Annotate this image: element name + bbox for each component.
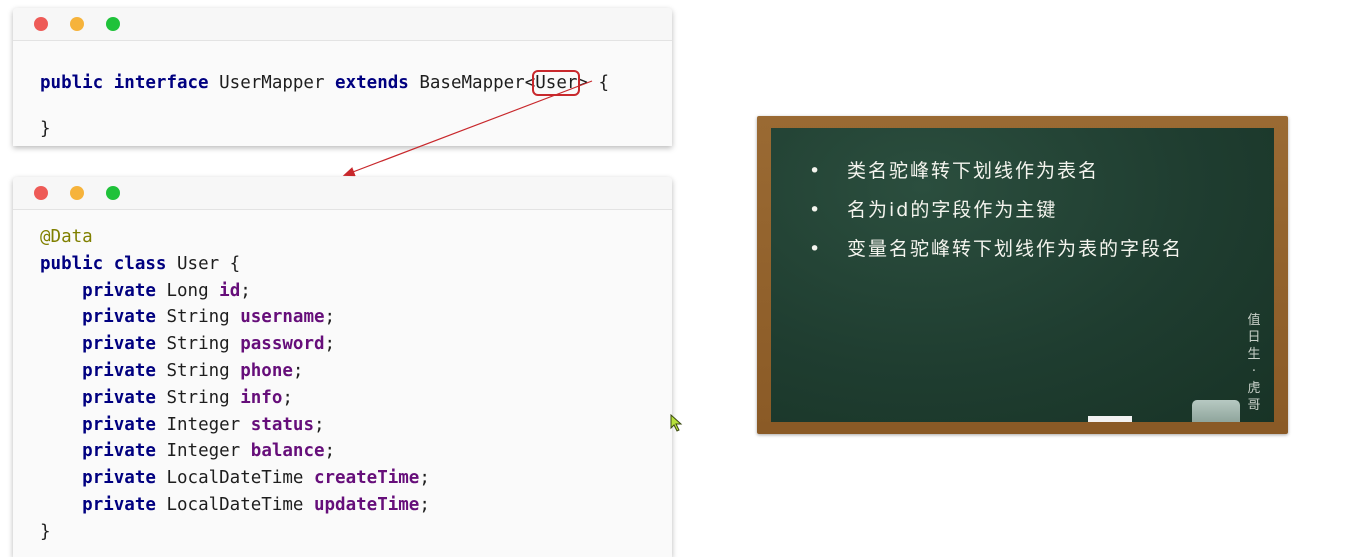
field-name: password [240, 334, 325, 355]
base-mapper-type: BaseMapper< [419, 73, 536, 93]
keyword: public [40, 73, 104, 93]
closing-brace: } [40, 521, 51, 542]
field-name: username [240, 307, 325, 328]
duty-char: 生 [1247, 347, 1261, 362]
duty-char: 哥 [1247, 398, 1261, 413]
closing-brace: } [40, 119, 51, 139]
duty-char: · [1251, 364, 1257, 379]
keyword: class [113, 253, 167, 274]
entity-code: @Data public class User { private Long i… [40, 227, 430, 542]
rule-item: 类名驼峰转下划线作为表名 [799, 152, 1183, 191]
keyword: public [40, 253, 104, 274]
field-modifier: private [82, 360, 156, 381]
keyword: extends [335, 73, 409, 93]
zoom-dot-icon[interactable] [106, 17, 120, 31]
field-type: String [166, 334, 230, 355]
field-type: LocalDateTime [166, 468, 304, 489]
interface-name: UserMapper [219, 73, 325, 93]
mapper-code-window: public interface UserMapper extends Base… [13, 8, 672, 146]
annotation: @Data [40, 227, 93, 247]
field-modifier: private [82, 334, 156, 355]
class-name: User { [177, 253, 241, 274]
field-modifier: private [82, 414, 156, 435]
field-name: info [240, 387, 283, 408]
zoom-dot-icon[interactable] [106, 186, 120, 200]
field-type: Long [166, 280, 209, 301]
field-name: balance [250, 441, 325, 462]
chalk-piece [1088, 416, 1132, 422]
generic-user-highlight: User [532, 70, 581, 96]
rule-item: 变量名驼峰转下划线作为表的字段名 [799, 230, 1183, 269]
window-titlebar [13, 177, 672, 210]
keyword: interface [113, 73, 209, 93]
field-type: String [166, 307, 230, 328]
close-dot-icon[interactable] [34, 17, 48, 31]
field-type: String [166, 387, 230, 408]
field-modifier: private [82, 494, 156, 515]
field-type: String [166, 360, 230, 381]
field-name: updateTime [313, 494, 420, 515]
duty-char: 值 [1247, 313, 1261, 328]
duty-char: 虎 [1247, 381, 1261, 396]
field-name: id [219, 280, 241, 301]
blackboard: 类名驼峰转下划线作为表名 名为id的字段作为主键 变量名驼峰转下划线作为表的字段… [771, 128, 1274, 422]
rules-list: 类名驼峰转下划线作为表名 名为id的字段作为主键 变量名驼峰转下划线作为表的字段… [799, 152, 1183, 269]
rule-item: 名为id的字段作为主键 [799, 191, 1183, 230]
field-type: LocalDateTime [166, 494, 304, 515]
field-name: phone [240, 360, 293, 381]
eraser [1192, 400, 1240, 422]
mapper-code: public interface UserMapper extends Base… [40, 60, 609, 152]
minimize-dot-icon[interactable] [70, 186, 84, 200]
entity-code-window: @Data public class User { private Long i… [13, 177, 672, 557]
field-modifier: private [82, 387, 156, 408]
field-name: createTime [313, 468, 420, 489]
field-modifier: private [82, 280, 156, 301]
field-modifier: private [82, 307, 156, 328]
blackboard-frame: 类名驼峰转下划线作为表名 名为id的字段作为主键 变量名驼峰转下划线作为表的字段… [757, 116, 1288, 434]
field-name: status [250, 414, 314, 435]
field-modifier: private [82, 468, 156, 489]
minimize-dot-icon[interactable] [70, 17, 84, 31]
code-punctuation: > { [577, 73, 610, 93]
mouse-cursor-icon [670, 414, 683, 432]
duty-char: 日 [1247, 330, 1261, 345]
duty-label: 值 日 生 · 虎 哥 [1244, 312, 1264, 414]
field-type: Integer [166, 414, 241, 435]
close-dot-icon[interactable] [34, 186, 48, 200]
field-modifier: private [82, 441, 156, 462]
window-titlebar [13, 8, 672, 41]
field-type: Integer [166, 441, 241, 462]
